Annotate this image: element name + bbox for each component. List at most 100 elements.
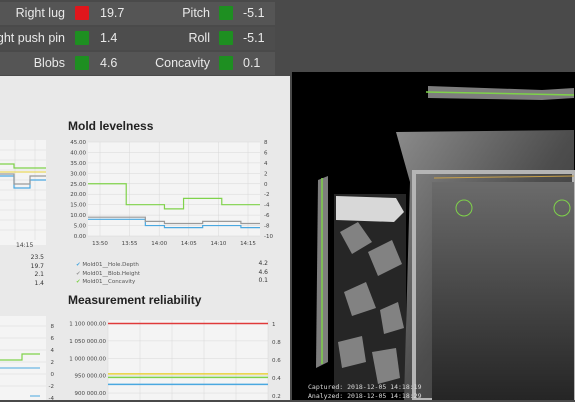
status-row: Right lug 19.7 Pitch -5.1 xyxy=(0,2,275,25)
ingot-bar xyxy=(336,196,404,222)
partial-legend-value: 2.1 xyxy=(34,271,44,278)
legend-label: Mold01__Blob.Height xyxy=(82,270,141,277)
status-indicator xyxy=(219,31,233,45)
measurement-reliability-svg: 1 100 000.00 1 050 000.00 1 000 000.00 950 … xyxy=(69,320,281,400)
status-value: 0.1 xyxy=(243,56,261,70)
status-label-push-pin: ight push pin xyxy=(0,31,65,45)
status-label-concavity: Concavity xyxy=(155,56,210,70)
inspection-image xyxy=(316,86,575,400)
y-tick-label: 25.00 xyxy=(70,182,86,188)
x-tick-label: 14:00 xyxy=(151,241,167,247)
status-indicator xyxy=(219,6,233,20)
partial-legend-value: 23.5 xyxy=(30,254,44,261)
y2-tick-label: -6 xyxy=(264,213,270,219)
y-tick-label: 15.00 xyxy=(70,203,86,209)
status-value: 1.4 xyxy=(100,31,118,45)
y2-tick-label: -4 xyxy=(49,396,55,400)
status-table: Right lug 19.7 Pitch -5.1 ight push pin … xyxy=(0,0,275,76)
y2-tick-label: 4 xyxy=(51,348,55,354)
y-tick-label: 35.00 xyxy=(70,161,86,167)
plot-area xyxy=(108,320,268,400)
plot-area xyxy=(0,316,46,400)
status-row: ight push pin 1.4 Roll -5.1 xyxy=(0,27,275,50)
y-tick-label: 20.00 xyxy=(70,192,86,198)
legend-label: Mold01__Concavity xyxy=(82,279,136,285)
y2-tick-label: 0.8 xyxy=(272,340,281,346)
y-tick-label: 0.00 xyxy=(74,234,87,240)
status-value: 4.6 xyxy=(100,56,118,70)
mold-cavity xyxy=(432,182,574,400)
partial-legend-value: 1.4 xyxy=(34,279,44,287)
checkbox-icon: ✔ xyxy=(76,279,81,285)
y2-tick-label: 1 xyxy=(272,322,276,328)
checkbox-icon: ✔ xyxy=(76,270,81,277)
x-tick-label: 13:50 xyxy=(92,241,108,247)
partial-chart-top-svg xyxy=(0,140,46,245)
y2-tick-label: 4 xyxy=(264,161,268,167)
y-tick-label: 10.00 xyxy=(70,213,86,219)
partial-chart-bottom: 8 6 4 2 0 -2 -4 xyxy=(0,316,56,400)
checkbox-icon: ✔ xyxy=(76,262,81,268)
measurement-reliability-title: Measurement reliability xyxy=(68,293,202,307)
y-tick-label: 900 000.00 xyxy=(75,391,107,397)
y2-tick-label: -2 xyxy=(264,192,269,198)
y2-tick-label: 6 xyxy=(51,336,55,342)
legend-item[interactable]: ✔ Mold01__Concavity xyxy=(76,278,140,287)
status-value: 19.7 xyxy=(100,6,125,20)
y2-tick-label: 8 xyxy=(264,140,268,146)
mold-levelness-legend: ✔ Mold01__Hole.Depth ✔ Mold01__Blob.Heig… xyxy=(76,261,140,287)
partial-chart-bottom-svg: 8 6 4 2 0 -2 -4 xyxy=(0,316,55,400)
y2-tick-label: 0.2 xyxy=(272,394,281,400)
charts-panel: 14:15 23.5 19.7 2.1 1.4 Mold levelness 4… xyxy=(0,76,290,400)
mold-levelness-chart: 45.00 40.00 35.00 30.00 25.00 20.00 15.00 10.00… xyxy=(62,138,284,250)
y-tick-label: 40.00 xyxy=(70,150,86,156)
legend-item[interactable]: ✔ Mold01__Hole.Depth xyxy=(76,261,140,270)
status-indicator xyxy=(75,6,89,20)
y-tick-label: 30.00 xyxy=(70,171,86,177)
x-tick-label: 14:15 xyxy=(240,241,256,247)
y2-tick-label: 2 xyxy=(51,360,55,366)
measurement-reliability-chart: 1 100 000.00 1 050 000.00 1 000 000.00 950 … xyxy=(62,316,284,402)
legend-label: Mold01__Hole.Depth xyxy=(82,262,139,268)
image-viewer[interactable]: Captured: 2018-12-05 14:18:19 Analyzed: … xyxy=(292,72,575,400)
y-tick-label: 1 050 000.00 xyxy=(69,339,106,345)
x-tick-label: 13:55 xyxy=(122,241,138,247)
partial-x-tick: 14:15 xyxy=(16,242,34,249)
status-indicator xyxy=(219,56,233,70)
legend-item[interactable]: ✔ Mold01__Blob.Height xyxy=(76,270,140,279)
y-tick-label: 1 100 000.00 xyxy=(69,321,106,327)
partial-legend-value: 19.7 xyxy=(30,262,44,270)
left-axis-ticks: 8 6 4 2 0 -2 -4 xyxy=(49,324,55,400)
status-label-right-lug: Right lug xyxy=(15,6,65,20)
status-value: -5.1 xyxy=(243,6,265,20)
y2-tick-label: 0 xyxy=(264,182,268,188)
status-indicator xyxy=(75,56,89,70)
analyzed-timestamp: Analyzed: 2018-12-05 14:18:29 xyxy=(308,392,422,400)
y2-tick-label: 2 xyxy=(264,171,268,177)
y2-tick-label: -10 xyxy=(264,234,273,240)
status-row: Blobs 4.6 Concavity 0.1 xyxy=(0,52,275,75)
status-value: -5.1 xyxy=(243,31,265,45)
partial-legend-values: 23.5 19.7 2.1 1.4 xyxy=(4,254,44,288)
y-tick-label: 45.00 xyxy=(70,140,86,146)
y2-tick-label: 6 xyxy=(264,150,268,156)
y2-tick-label: -8 xyxy=(264,224,270,230)
y2-tick-label: 0.6 xyxy=(272,358,281,364)
x-tick-label: 14:10 xyxy=(210,241,226,247)
y2-tick-label: 8 xyxy=(51,324,55,330)
mold-levelness-svg: 45.0040.0035.0030.0025.0020.0015.0010.00… xyxy=(70,140,273,247)
status-label-roll: Roll xyxy=(188,31,210,45)
legend-value: 0.1 xyxy=(258,277,268,284)
legend-value: 4.2 xyxy=(258,260,268,267)
status-indicator xyxy=(75,31,89,45)
y2-tick-label: 0.4 xyxy=(272,376,281,382)
y-tick-label: 5.00 xyxy=(74,224,87,230)
legend-value: 4.6 xyxy=(258,268,268,276)
x-tick-label: 14:05 xyxy=(181,241,197,247)
status-label-blobs: Blobs xyxy=(33,56,65,70)
plot-area xyxy=(0,140,46,245)
status-label-pitch: Pitch xyxy=(182,6,210,20)
y2-tick-label: 0 xyxy=(51,372,55,378)
y-tick-label: 950 000.00 xyxy=(75,374,107,380)
mold-levelness-legend-values: 4.2 4.6 0.1 xyxy=(240,260,268,286)
